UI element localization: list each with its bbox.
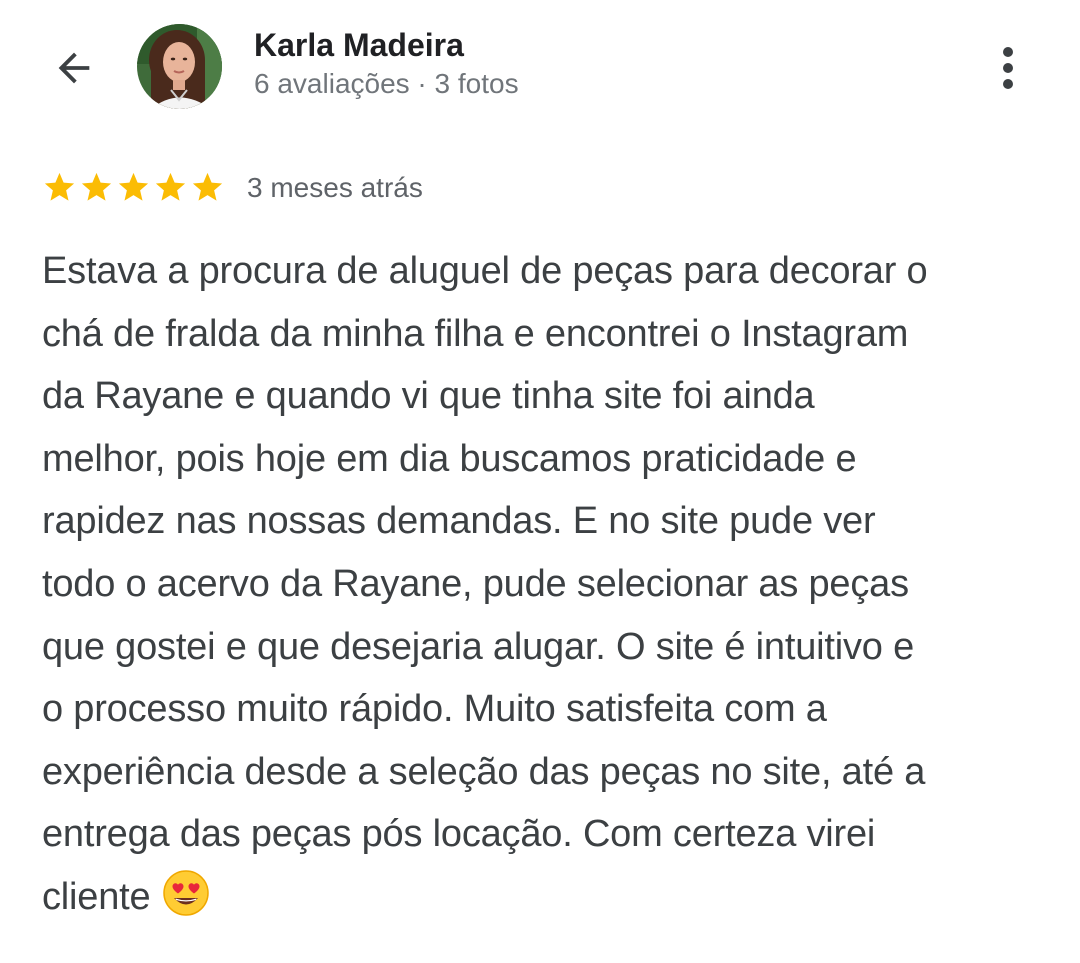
star-icon xyxy=(155,172,186,201)
review-line: rapidez nas nossas demandas. E no site p… xyxy=(42,500,876,543)
review-page: Karla Madeira 6 avaliações · 3 fotos 3 m… xyxy=(0,0,1080,963)
author-name[interactable]: Karla Madeira xyxy=(254,26,519,64)
author-info: Karla Madeira 6 avaliações · 3 fotos xyxy=(254,26,519,102)
review-line: chá de fralda da minha filha e encontrei… xyxy=(42,312,909,355)
star-icon xyxy=(81,172,112,201)
review-line: experiência desde a seleção das peças no… xyxy=(42,750,926,793)
review-date: 3 meses atrás xyxy=(247,171,423,203)
star-icon xyxy=(44,172,75,201)
back-button[interactable] xyxy=(44,38,104,98)
review-line: que gostei e que desejaria alugar. O sit… xyxy=(42,625,915,668)
star-icon xyxy=(118,172,149,201)
avatar-image xyxy=(137,24,222,109)
heart-eyes-emoji-icon xyxy=(163,870,210,916)
review-line: o processo muito rápido. Muito satisfeit… xyxy=(42,688,827,731)
avatar[interactable] xyxy=(137,24,222,109)
author-meta: 6 avaliações · 3 fotos xyxy=(254,68,519,99)
arrow-left-icon xyxy=(58,52,90,84)
review-line: todo o acervo da Rayane, pude selecionar… xyxy=(42,562,909,605)
review-text: Estava a procura de aluguel de peças par… xyxy=(42,240,1042,929)
review-line: da Rayane e quando vi que tinha site foi… xyxy=(42,375,815,418)
more-options-button[interactable] xyxy=(980,38,1036,98)
review-line: entrega das peças pós locação. Com certe… xyxy=(42,813,876,856)
review-line: melhor, pois hoje em dia buscamos pratic… xyxy=(42,437,857,480)
rating-row: 3 meses atrás xyxy=(42,170,423,205)
star-icon xyxy=(192,172,223,201)
star-rating xyxy=(42,170,225,205)
more-vertical-icon xyxy=(1003,47,1013,89)
review-line: Estava a procura de aluguel de peças par… xyxy=(42,250,928,292)
review-last-line: cliente xyxy=(42,866,1042,929)
review-line: cliente xyxy=(42,875,151,918)
